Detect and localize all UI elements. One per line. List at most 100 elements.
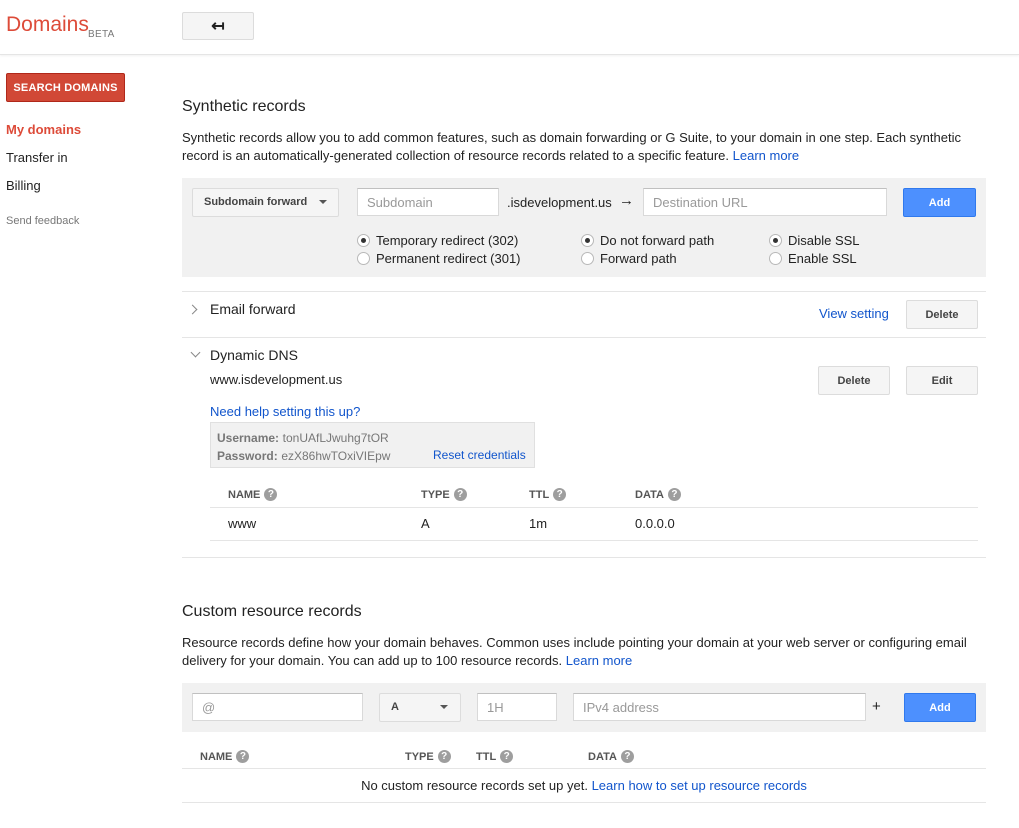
radio-forward-path[interactable]: Forward path [581, 251, 677, 266]
help-circle-icon[interactable]: ? [553, 488, 567, 501]
column-header-type: TYPE? [405, 750, 451, 763]
header-label: DATA [635, 488, 664, 501]
record-ttl-placeholder: 1H [487, 700, 504, 715]
beta-badge: BETA [88, 29, 115, 40]
dynamic-dns-host: www.isdevelopment.us [210, 372, 343, 387]
radio-do-not-forward-path[interactable]: Do not forward path [581, 233, 714, 248]
chevron-right-icon[interactable] [187, 304, 198, 315]
custom-records-title: Custom resource records [182, 603, 362, 620]
email-forward-title[interactable]: Email forward [210, 301, 296, 317]
radio-disable-ssl[interactable]: Disable SSL [769, 233, 860, 248]
radio-checked-icon [357, 234, 370, 247]
help-circle-icon[interactable]: ? [453, 488, 467, 501]
app-logo[interactable]: Domains [6, 13, 89, 37]
column-header-name: NAME? [228, 488, 278, 501]
help-circle-icon[interactable]: ? [500, 750, 514, 763]
dynamic-dns-title[interactable]: Dynamic DNS [210, 347, 298, 363]
top-bar: Domains BETA ↤ [0, 0, 1019, 55]
help-circle-icon[interactable]: ? [264, 488, 278, 501]
divider [182, 802, 986, 803]
plus-icon[interactable]: + [872, 698, 881, 715]
synthetic-records-description: Synthetic records allow you to add commo… [182, 129, 982, 165]
help-circle-icon[interactable]: ? [667, 488, 681, 501]
reset-credentials-link[interactable]: Reset credentials [433, 448, 526, 462]
dynamic-dns-edit-button[interactable]: Edit [906, 366, 978, 395]
arrow-right-icon: → [619, 192, 634, 209]
synthetic-type-select[interactable]: Subdomain forward [192, 188, 339, 217]
record-data-input[interactable]: IPv4 address [573, 693, 866, 721]
radio-temporary-redirect[interactable]: Temporary redirect (302) [357, 233, 518, 248]
view-setting-link[interactable]: View setting [819, 306, 889, 321]
table-cell-type: A [421, 516, 430, 531]
synthetic-type-value: Subdomain forward [204, 196, 308, 208]
help-circle-icon[interactable]: ? [236, 750, 250, 763]
empty-records-message: No custom resource records set up yet. L… [182, 778, 986, 793]
need-help-link[interactable]: Need help setting this up? [210, 404, 360, 419]
header-label: TYPE [421, 488, 450, 501]
record-name-input[interactable]: @ [192, 693, 363, 721]
radio-enable-ssl[interactable]: Enable SSL [769, 251, 857, 266]
header-label: TYPE [405, 750, 434, 763]
send-feedback-link[interactable]: Send feedback [6, 215, 79, 227]
synthetic-add-button[interactable]: Add [903, 188, 976, 217]
record-name-placeholder: @ [202, 700, 216, 715]
radio-label: Enable SSL [788, 251, 857, 266]
sidebar-item-my-domains[interactable]: My domains [6, 122, 81, 137]
help-circle-icon[interactable]: ? [620, 750, 634, 763]
empty-text: No custom resource records set up yet. [361, 778, 588, 793]
password-value: ezX86hwTOxiVIEpw [281, 449, 391, 463]
record-type-select[interactable]: A [379, 693, 461, 722]
password-label: Password: [217, 449, 278, 463]
setup-records-link[interactable]: Learn how to set up resource records [592, 778, 807, 793]
subdomain-placeholder: Subdomain [367, 195, 433, 210]
divider [210, 540, 978, 541]
header-label: NAME [200, 750, 233, 763]
table-cell-name: www [228, 516, 257, 531]
synthetic-records-title: Synthetic records [182, 98, 306, 115]
custom-records-description: Resource records define how your domain … [182, 634, 982, 670]
dynamic-dns-delete-button[interactable]: Delete [818, 366, 890, 395]
radio-unchecked-icon [581, 252, 594, 265]
radio-label: Disable SSL [788, 233, 860, 248]
custom-add-button[interactable]: Add [904, 693, 976, 722]
radio-label: Temporary redirect (302) [376, 233, 519, 248]
divider [182, 291, 986, 292]
divider [182, 557, 986, 558]
back-arrow-icon: ↤ [211, 18, 225, 35]
table-cell-ttl: 1m [529, 516, 548, 531]
radio-checked-icon [769, 234, 782, 247]
sidebar-item-transfer-in[interactable]: Transfer in [6, 150, 68, 165]
divider [182, 337, 986, 338]
subdomain-input[interactable]: Subdomain [357, 188, 499, 216]
help-circle-icon[interactable]: ? [437, 750, 451, 763]
synthetic-learn-more-link[interactable]: Learn more [733, 148, 799, 163]
radio-unchecked-icon [357, 252, 370, 265]
header-label: NAME [228, 488, 261, 501]
sidebar-item-billing[interactable]: Billing [6, 178, 41, 193]
search-domains-button[interactable]: SEARCH DOMAINS [6, 73, 125, 102]
chevron-down-icon[interactable] [190, 347, 201, 358]
username-row: Username: tonUAfLJwuhg7tOR [217, 430, 389, 445]
custom-learn-more-link[interactable]: Learn more [566, 653, 632, 668]
column-header-data: DATA? [635, 488, 681, 501]
divider [182, 768, 986, 769]
username-value: tonUAfLJwuhg7tOR [282, 431, 389, 445]
radio-permanent-redirect[interactable]: Permanent redirect (301) [357, 251, 521, 266]
divider [210, 507, 978, 508]
record-type-value: A [391, 701, 399, 713]
header-label: TTL [529, 488, 550, 501]
email-forward-delete-button[interactable]: Delete [906, 300, 978, 329]
radio-label: Forward path [600, 251, 677, 266]
destination-url-input[interactable]: Destination URL [643, 188, 887, 216]
destination-url-placeholder: Destination URL [653, 195, 748, 210]
chevron-down-icon [440, 705, 448, 709]
username-label: Username: [217, 431, 280, 445]
header-label: TTL [476, 750, 497, 763]
record-ttl-input[interactable]: 1H [477, 693, 557, 721]
column-header-ttl: TTL? [476, 750, 514, 763]
synthetic-description-text: Synthetic records allow you to add commo… [182, 130, 961, 163]
table-cell-data: 0.0.0.0 [635, 516, 675, 531]
back-button[interactable]: ↤ [182, 12, 254, 40]
password-row: Password: ezX86hwTOxiVIEpw [217, 448, 390, 463]
column-header-data: DATA? [588, 750, 634, 763]
